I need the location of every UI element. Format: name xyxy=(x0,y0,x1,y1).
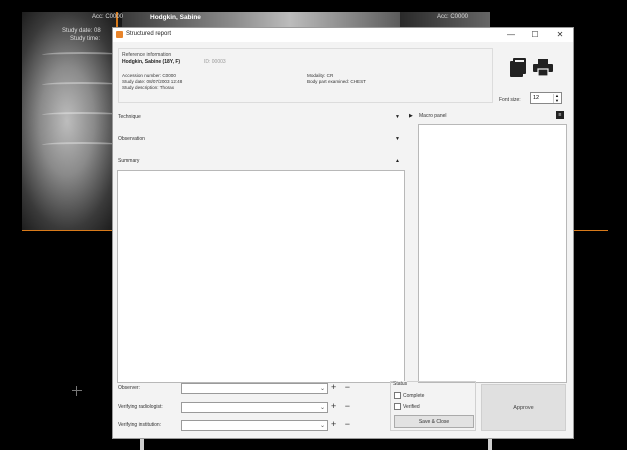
observation-section-header[interactable]: Observation xyxy=(118,136,145,142)
verifying-radiologist-label: Verifying radiologist: xyxy=(118,404,163,410)
chevron-down-icon[interactable]: ▼ xyxy=(395,114,400,120)
accession-overlay-right: Acc: C0000 xyxy=(437,14,469,20)
verified-label: Verified xyxy=(403,404,420,410)
reference-id: ID: 00003 xyxy=(204,59,226,65)
radiologist-add-remove[interactable]: + − xyxy=(331,401,353,411)
verified-checkbox[interactable] xyxy=(394,403,401,410)
spin-arrows-icon[interactable]: ▲ ▼ xyxy=(553,93,560,103)
font-size-label: Font size: xyxy=(499,97,521,103)
observer-add-remove[interactable]: + − xyxy=(331,382,353,392)
accession-number: Accession number: C0000 xyxy=(122,73,176,78)
viewport-divider xyxy=(22,230,117,231)
frame-bar xyxy=(488,438,492,450)
chevron-down-icon[interactable]: ⌄ xyxy=(320,385,325,392)
crosshair-icon xyxy=(72,386,82,396)
dialog-title: Structured report xyxy=(126,31,172,37)
print-icon[interactable] xyxy=(533,59,553,77)
frame-bar xyxy=(140,438,144,450)
reference-patient: Hodgkin, Sabine (18Y, F) xyxy=(122,59,181,65)
chevron-down-icon[interactable]: ⌄ xyxy=(320,422,325,429)
verifying-institution-label: Verifying institution: xyxy=(118,422,162,428)
macro-toggle-icon[interactable]: ▶ xyxy=(409,113,413,119)
modality: Modality: CR xyxy=(307,73,334,78)
body-part: Body part examined: CHEST xyxy=(307,79,366,84)
status-group: Status Complete Verified Save & Close xyxy=(390,381,476,431)
reference-title: Reference information xyxy=(122,52,172,58)
macro-panel-menu-icon[interactable]: ≡ xyxy=(556,111,564,119)
summary-text-area[interactable] xyxy=(117,170,405,383)
font-size-value: 12 xyxy=(533,95,540,101)
patient-name-overlay: Hodgkin, Sabine xyxy=(150,14,201,21)
xray-image-left[interactable] xyxy=(22,12,122,230)
reference-information-panel: Reference information Hodgkin, Sabine (1… xyxy=(118,48,493,103)
observer-combobox[interactable]: ⌄ xyxy=(181,383,328,394)
study-date: Study date: 08/07/2003 12:48 xyxy=(122,79,183,84)
summary-section-header[interactable]: Summary xyxy=(118,158,139,164)
status-title: Status xyxy=(393,381,408,387)
verifying-radiologist-combobox[interactable]: ⌄ xyxy=(181,402,328,413)
rib-shadow xyxy=(42,82,122,88)
observer-label: Observer: xyxy=(118,385,140,391)
complete-checkbox[interactable] xyxy=(394,392,401,399)
save-close-button[interactable]: Save & Close xyxy=(394,415,474,428)
minimize-button[interactable]: — xyxy=(505,30,517,40)
structured-report-dialog: Structured report — ☐ ✕ Reference inform… xyxy=(112,27,574,439)
rib-shadow xyxy=(42,52,122,58)
chevron-down-icon[interactable]: ⌄ xyxy=(320,404,325,411)
app-icon xyxy=(116,31,123,38)
study-time-overlay: Study time: xyxy=(70,36,101,42)
macro-panel-label: Macro panel xyxy=(419,113,447,119)
technique-section-header[interactable]: Technique xyxy=(118,114,141,120)
font-size-spinbox[interactable]: 12 ▲ ▼ xyxy=(530,92,562,104)
macro-panel[interactable] xyxy=(418,124,567,383)
institution-add-remove[interactable]: + − xyxy=(331,419,353,429)
copy-to-clipboard-icon[interactable] xyxy=(509,58,527,78)
chevron-down-icon[interactable]: ▼ xyxy=(395,136,400,142)
study-date-overlay: Study date: 08 xyxy=(62,28,101,34)
viewport-divider xyxy=(570,230,608,231)
complete-label: Complete xyxy=(403,393,425,399)
approve-button[interactable]: Approve xyxy=(481,384,566,431)
close-button[interactable]: ✕ xyxy=(554,30,566,40)
study-description: Study description: Thorax xyxy=(122,85,175,90)
verifying-institution-combobox[interactable]: ⌄ xyxy=(181,420,328,431)
accession-overlay-left: Acc: C0000 xyxy=(92,14,124,20)
rib-shadow xyxy=(42,112,122,118)
maximize-button[interactable]: ☐ xyxy=(529,30,541,40)
rib-shadow xyxy=(42,142,122,148)
dialog-titlebar[interactable]: Structured report — ☐ ✕ xyxy=(113,28,573,42)
chevron-up-icon[interactable]: ▲ xyxy=(395,158,400,164)
